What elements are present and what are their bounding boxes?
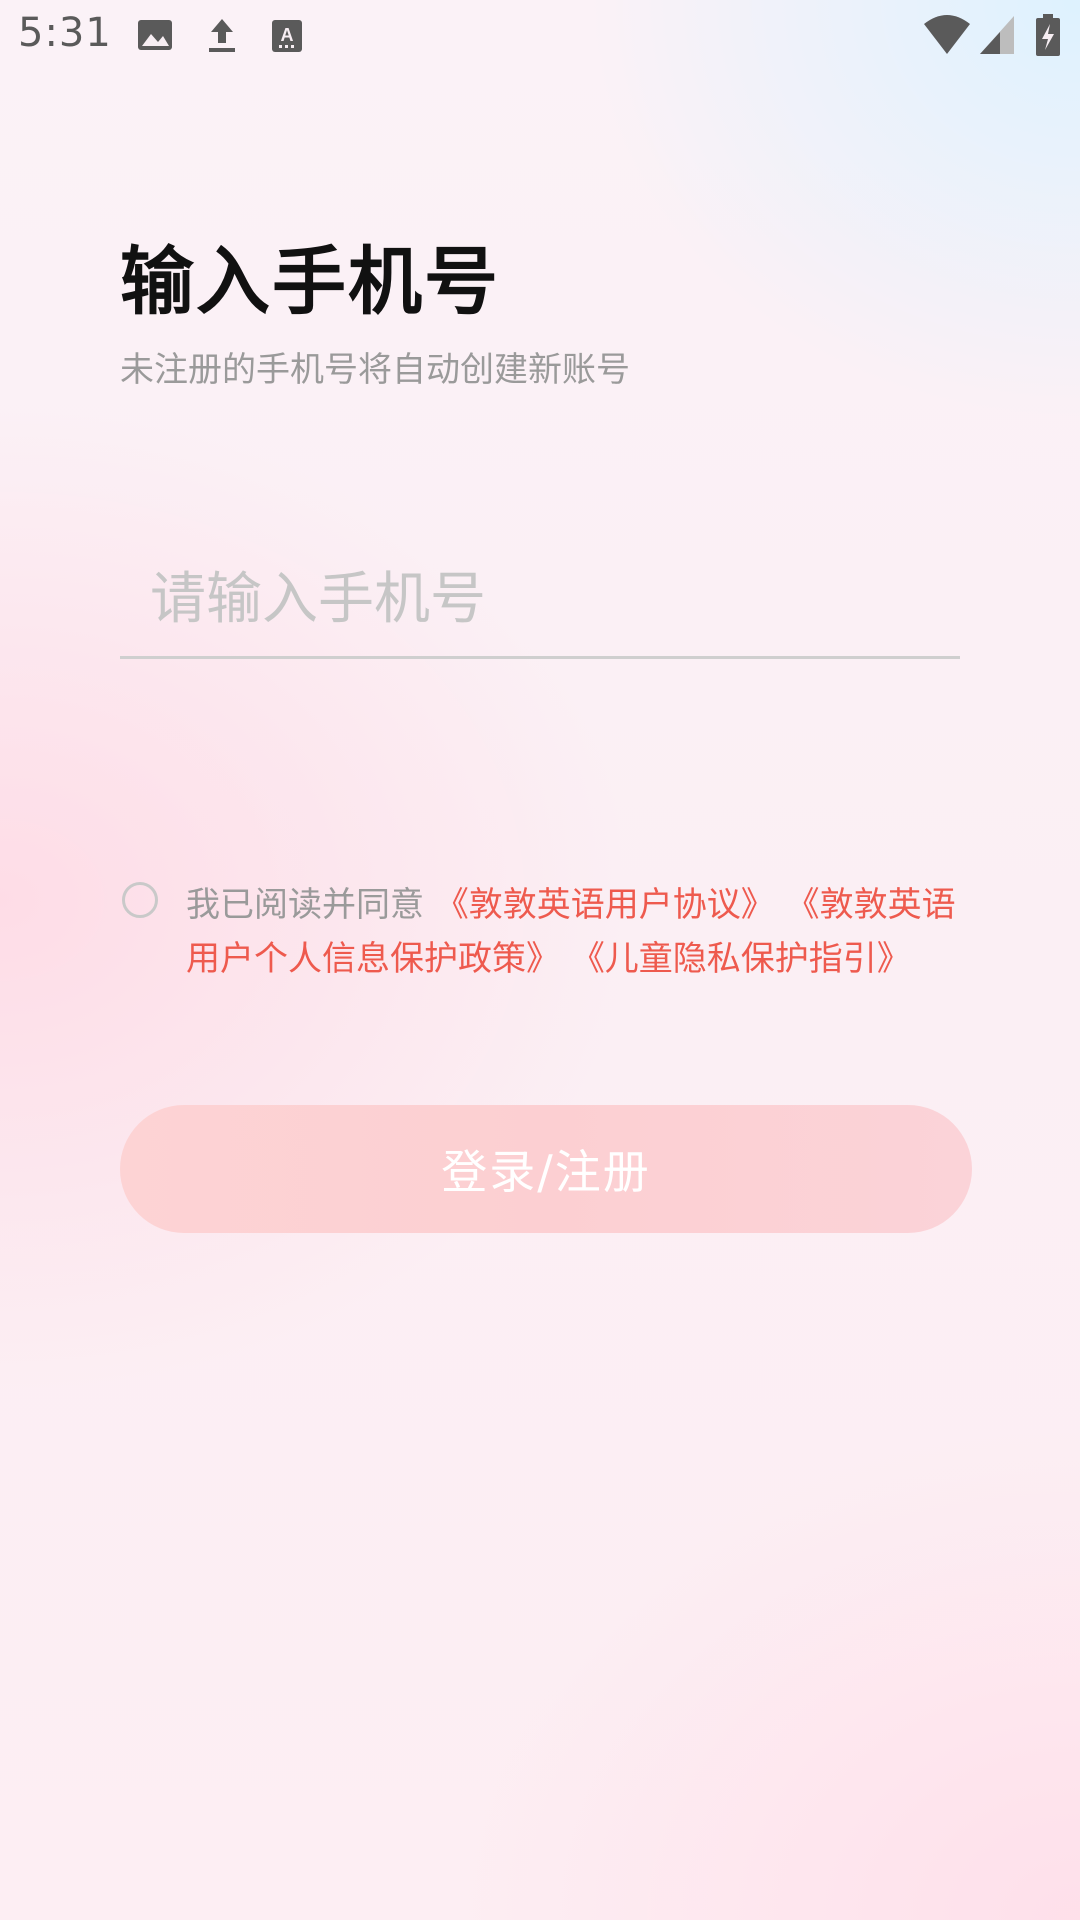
image-icon bbox=[136, 16, 176, 56]
battery-charging-icon bbox=[1034, 14, 1062, 62]
page-title: 输入手机号 bbox=[120, 239, 500, 325]
status-time: 5:31 bbox=[18, 10, 112, 56]
user-agreement-link[interactable]: 《敦敦英语用户协议》 bbox=[435, 885, 775, 925]
font-download-icon: A bbox=[268, 16, 308, 56]
cellular-signal-icon bbox=[978, 14, 1016, 60]
status-bar: 5:31 A bbox=[0, 0, 1080, 72]
svg-text:A: A bbox=[281, 25, 294, 45]
phone-input-container bbox=[120, 540, 960, 659]
login-register-button[interactable]: 登录/注册 bbox=[120, 1105, 972, 1233]
child-privacy-link[interactable]: 《儿童隐私保护指引》 bbox=[571, 939, 911, 979]
page-subtitle: 未注册的手机号将自动创建新账号 bbox=[120, 350, 630, 390]
agreement-checkbox[interactable] bbox=[122, 882, 158, 918]
phone-number-input[interactable] bbox=[150, 554, 950, 644]
agreement-text: 我已阅读并同意 《敦敦英语用户协议》 《敦敦英语用户个人信息保护政策》 《儿童隐… bbox=[186, 878, 966, 986]
login-register-label: 登录/注册 bbox=[441, 1145, 651, 1199]
wifi-icon bbox=[922, 14, 972, 60]
agreement-prefix: 我已阅读并同意 bbox=[186, 885, 424, 925]
upload-icon bbox=[202, 16, 242, 56]
